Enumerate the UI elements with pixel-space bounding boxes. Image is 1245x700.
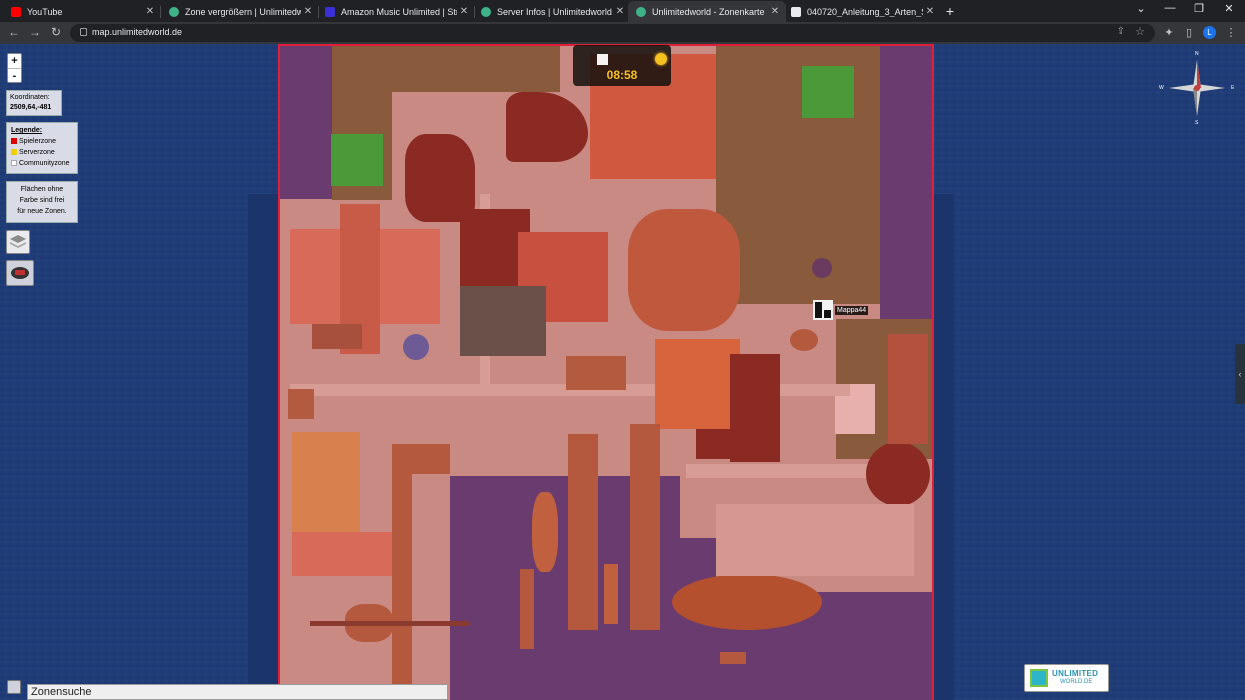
tab-search-icon[interactable]: ⌄ [1126,2,1156,15]
zone-map[interactable]: 08:58 N S E W Mappa44 + - Koordinaten: 2… [0,44,1245,700]
compass-rose-icon: N S E W [1159,51,1234,126]
amazon-music-icon [325,6,335,17]
globe-icon [169,6,179,17]
minimize-button[interactable]: — [1155,2,1185,14]
compass-north: N [1195,51,1199,57]
overview-button[interactable] [6,260,34,286]
shallow-water [934,194,954,700]
new-tab-button[interactable]: + [941,3,959,19]
time-display: 08:58 [573,45,671,86]
globe-icon [636,6,646,17]
red-swatch-icon [11,138,17,144]
tab-bar: YouTube ✕ Zone vergrößern | Unlimitedwor… [0,0,1245,22]
search-icon[interactable] [7,680,21,694]
legend-item: Serverzone [11,147,73,158]
sun-icon [655,53,667,65]
close-icon[interactable]: ✕ [457,6,471,17]
yellow-swatch-icon [11,149,17,155]
minecart-icon [11,267,29,279]
menu-icon[interactable]: ⋮ [1224,26,1238,39]
bookmark-star-icon[interactable]: ☆ [1135,25,1145,38]
globe-icon [481,6,491,17]
url-text: map.unlimitedworld.de [92,27,183,37]
share-icon[interactable]: ⇪ [1117,26,1125,37]
moon-icon [597,54,608,65]
browser-toolbar: ← → ↻ map.unlimitedworld.de ⇪ ☆ ✦ ▯ ⋮ [0,22,1245,44]
youtube-icon [11,6,21,17]
coordinates-label: Koordinaten: [10,94,50,101]
avatar[interactable]: L [1203,26,1216,39]
back-button[interactable]: ← [6,25,22,39]
forward-button[interactable]: → [27,25,43,39]
sidepanel-icon[interactable]: ▯ [1182,26,1196,39]
coordinates-box: Koordinaten: 2509,64,-481 [6,90,62,116]
clock-time: 08:58 [606,68,638,82]
shallow-water [248,194,278,700]
legend-item: Spielerzone [11,136,73,147]
extensions-icon[interactable]: ✦ [1162,26,1176,39]
close-icon[interactable]: ✕ [923,6,937,17]
zoom-out-button[interactable]: - [8,68,21,82]
compass-east: E [1231,85,1235,91]
white-swatch-icon [11,160,17,166]
sidebar-toggle[interactable]: ‹ [1235,344,1245,404]
address-bar[interactable]: map.unlimitedworld.de ⇪ ☆ [70,24,1155,42]
tab-zonenkarte[interactable]: Unlimitedworld - Zonenkarte ✕ [628,1,786,22]
close-icon[interactable]: ✕ [613,6,627,17]
unlimitedworld-logo[interactable]: UNLIMITED WORLD.DE [1024,664,1109,692]
close-icon[interactable]: ✕ [301,6,315,17]
player-head-icon [813,300,833,320]
compass-south: S [1195,120,1199,126]
cube-logo-icon [1030,669,1048,687]
free-area-hint: Flächen ohne Farbe sind frei für neue Zo… [6,181,78,223]
layers-icon [10,235,26,248]
layers-button[interactable] [6,230,30,254]
tab-youtube[interactable]: YouTube ✕ [3,1,161,22]
close-icon[interactable]: ✕ [143,6,157,17]
zone-search-input[interactable]: Zonensuche [27,684,448,700]
reload-button[interactable]: ↻ [48,25,64,39]
close-icon[interactable]: ✕ [768,6,782,17]
compass-west: W [1159,85,1164,91]
tab-zone-vergroessern[interactable]: Zone vergrößern | Unlimitedworld ✕ [161,1,319,22]
close-window-button[interactable]: ✕ [1214,2,1244,15]
lock-icon [80,28,87,36]
player-name: Mappa44 [835,306,869,315]
legend-item: Communityzone [11,158,73,169]
legend-title: Legende: [11,127,43,134]
maximize-button[interactable]: ❐ [1184,2,1214,15]
legend: Legende: Spielerzone Serverzone Communit… [6,122,78,174]
tab-server-infos[interactable]: Server Infos | Unlimitedworld ✕ [473,1,631,22]
zoom-in-button[interactable]: + [8,54,21,68]
zoom-control: + - [7,53,22,83]
tab-amazon-music[interactable]: Amazon Music Unlimited | Stream ✕ [317,1,475,22]
coordinates-value: 2509,64,-481 [10,104,52,111]
image-icon [791,6,801,17]
tab-anleitung[interactable]: 040720_Anleitung_3_Arten_Scre ✕ [783,1,941,22]
player-zone-border[interactable] [278,44,934,700]
